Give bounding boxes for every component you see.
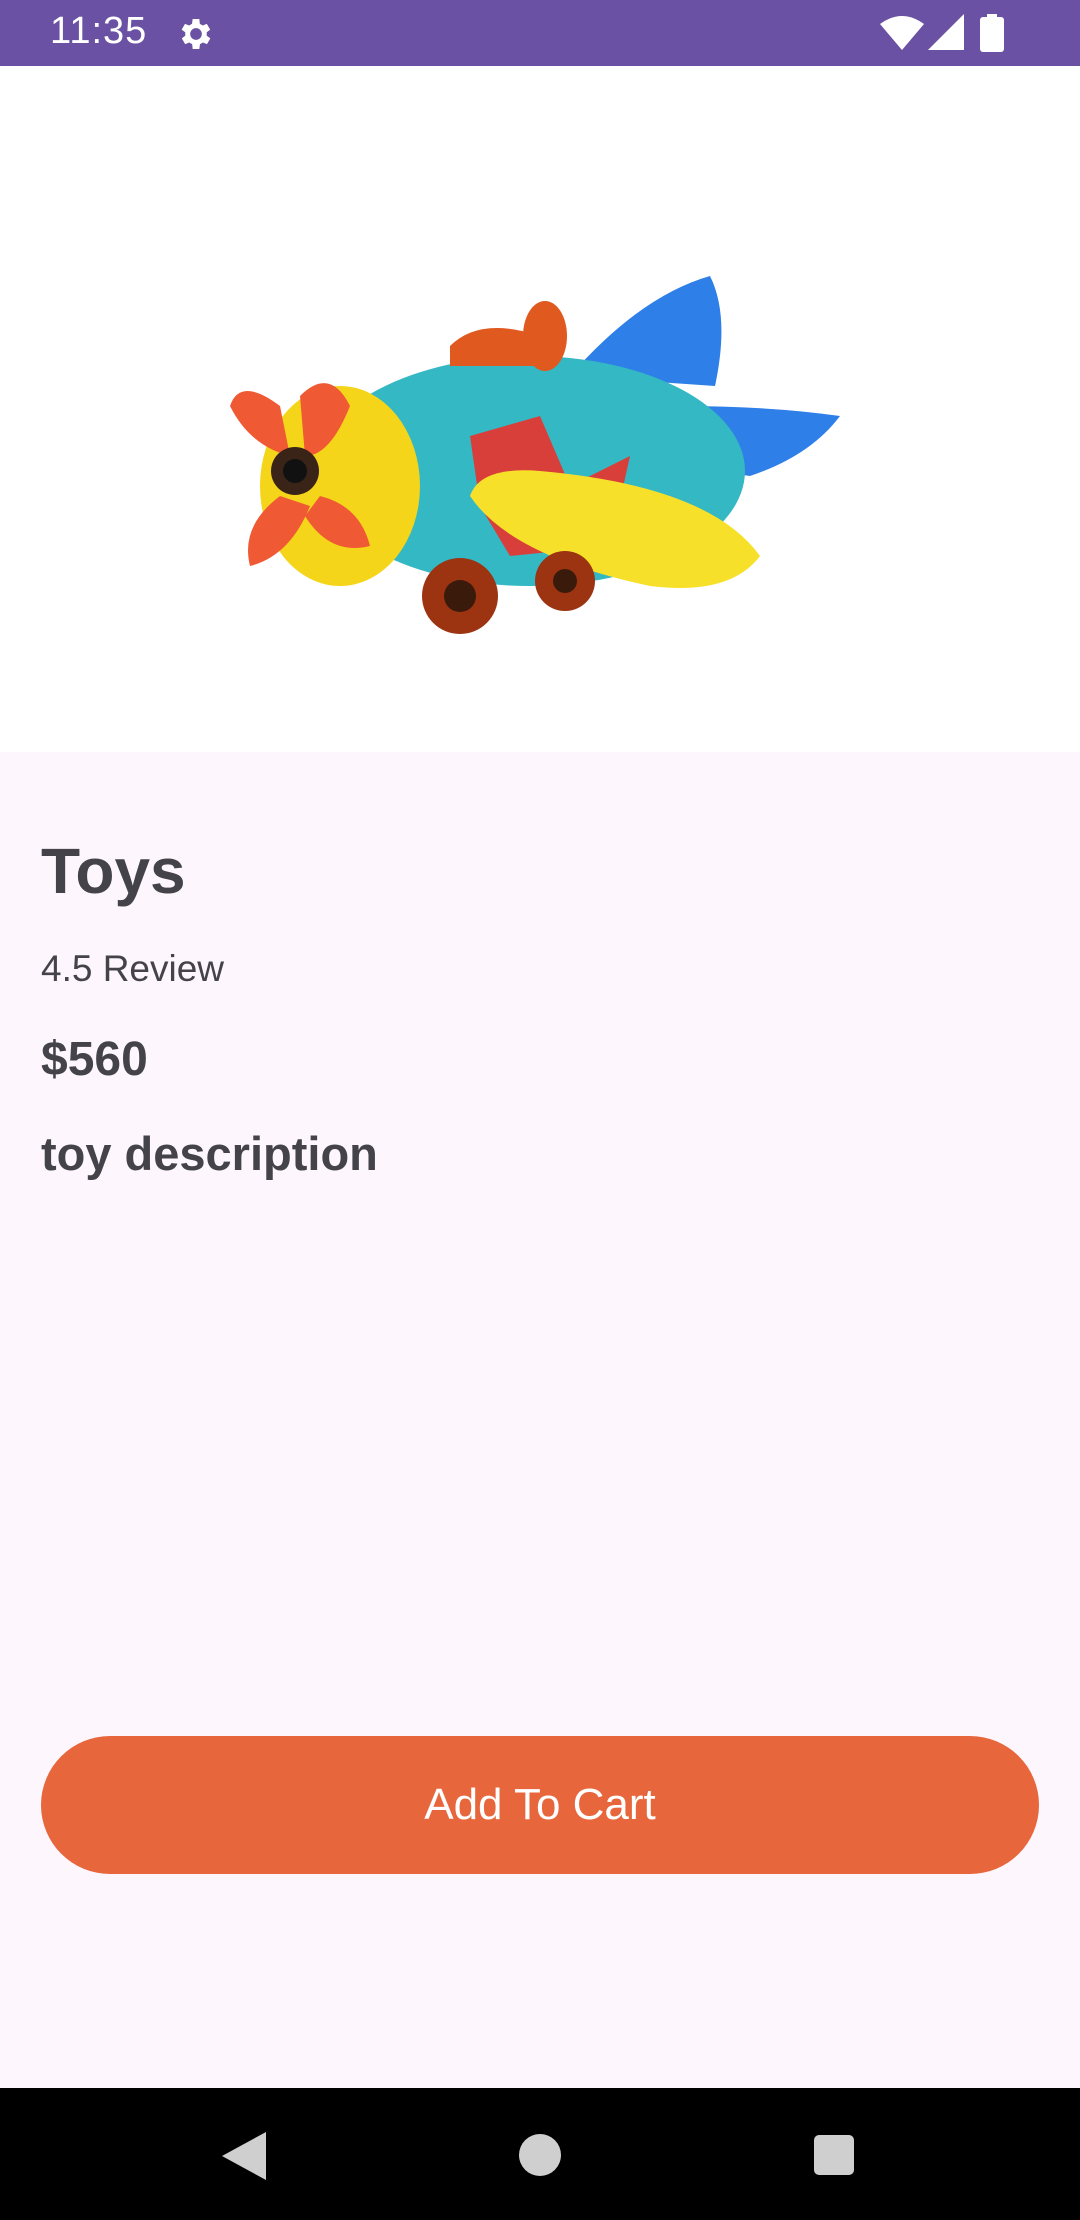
gear-icon <box>181 19 211 49</box>
status-time: 11:35 <box>50 10 148 52</box>
signal-icon <box>928 14 964 50</box>
add-to-cart-label: Add To Cart <box>424 1780 656 1829</box>
product-description: toy description <box>41 1127 378 1180</box>
wifi-icon <box>880 16 924 50</box>
add-to-cart-button[interactable]: Add To Cart <box>41 1736 1039 1874</box>
product-price: $560 <box>41 1033 148 1086</box>
status-bar: 11:35 <box>0 0 1080 66</box>
home-icon[interactable] <box>519 2134 561 2176</box>
battery-icon <box>980 14 1004 52</box>
back-icon[interactable] <box>222 2132 266 2180</box>
product-image-area <box>0 66 1080 752</box>
product-title: Toys <box>41 835 186 907</box>
navigation-bar <box>0 2088 1080 2220</box>
toy-airplane-image <box>230 276 840 634</box>
recents-icon[interactable] <box>814 2135 854 2175</box>
product-review: 4.5 Review <box>41 948 225 989</box>
